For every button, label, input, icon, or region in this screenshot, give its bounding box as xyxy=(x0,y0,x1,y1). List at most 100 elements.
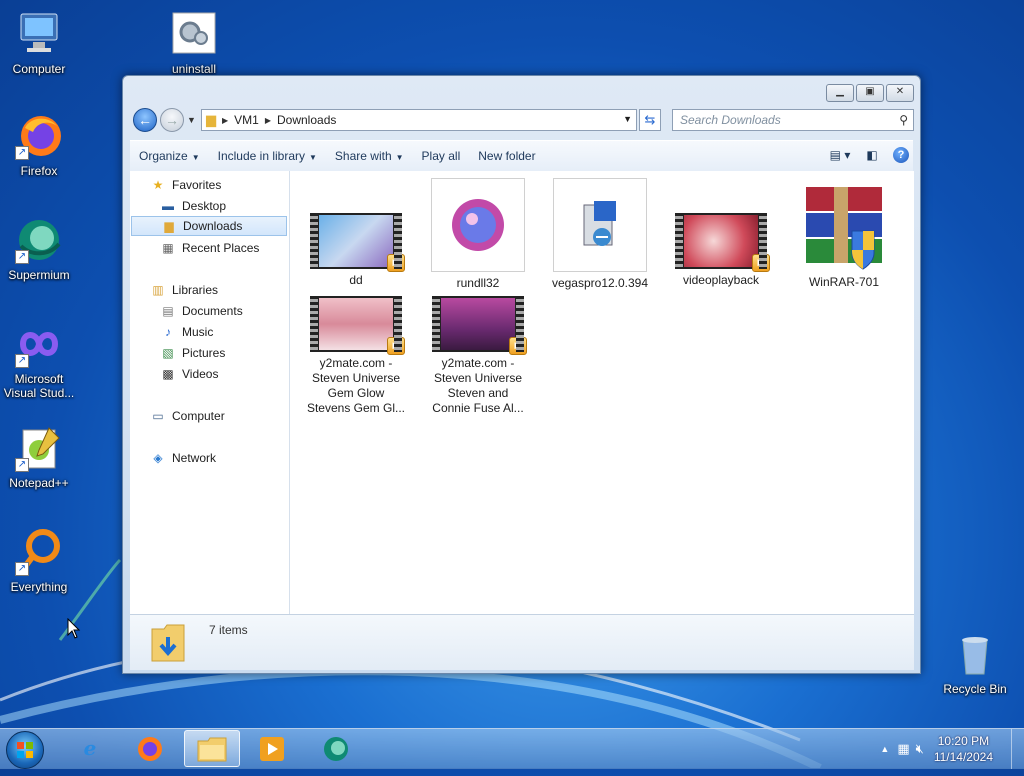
file-name-line: Steven Universe xyxy=(433,371,523,385)
include-in-library-button[interactable]: Include in library ▼ xyxy=(209,149,326,163)
desktop-icon-supermium[interactable]: ↗ Supermium xyxy=(1,216,77,282)
video-thumbnail: ▶ xyxy=(675,213,770,272)
show-desktop-button[interactable] xyxy=(1011,729,1024,769)
share-with-button[interactable]: Share with ▼ xyxy=(326,149,413,163)
media-player-icon xyxy=(260,737,284,761)
file-item-gem-glow[interactable]: ▶ y2mate.com - Steven Universe Gem Glow … xyxy=(301,296,411,416)
recycle-bin-icon xyxy=(951,630,999,678)
file-item-dd[interactable]: ▶ dd xyxy=(301,213,411,288)
nav-network[interactable]: ◈ Network xyxy=(150,448,216,468)
address-row: ← → ▼ ▆ ▶ VM1 ▶ Downloads ▼ ⇆ Search Dow… xyxy=(131,106,914,134)
network-icon: ◈ xyxy=(153,451,163,465)
nav-downloads[interactable]: ▆ Downloads xyxy=(131,216,287,236)
play-icon: ▶ xyxy=(387,337,405,355)
file-name: rundll32 xyxy=(456,276,500,290)
file-name: vegaspro12.0.394 xyxy=(551,276,649,290)
search-icon[interactable]: ⚲ xyxy=(899,110,908,130)
folder-icon xyxy=(197,737,227,762)
minimize-button[interactable]: ▁ xyxy=(826,84,854,102)
clock-date: 11/14/2024 xyxy=(933,750,993,764)
history-dropdown-icon[interactable]: ▼ xyxy=(187,115,196,125)
nav-libraries[interactable]: ▥ Libraries xyxy=(150,280,218,300)
notepadpp-icon: ↗ xyxy=(15,424,63,472)
volume-muted-icon[interactable]: 🔇︎ xyxy=(916,741,924,757)
nav-videos[interactable]: ▩ Videos xyxy=(160,364,218,384)
help-icon[interactable]: ? xyxy=(893,147,909,163)
desktop-icon-label: Recycle Bin xyxy=(943,682,1007,696)
breadcrumb-root[interactable]: VM1 xyxy=(234,113,259,127)
file-name: videoplayback xyxy=(682,273,760,287)
nav-music[interactable]: ♪ Music xyxy=(160,322,213,342)
item-count: 7 items xyxy=(209,623,248,637)
navigation-pane: ★ Favorites ▬ Desktop ▆ Downloads ▦ Recent P… xyxy=(130,171,290,614)
file-name-line: y2mate.com - xyxy=(441,356,515,370)
supermium-icon: ↗ xyxy=(15,216,63,264)
desktop-icon-everything[interactable]: ↗ Everything xyxy=(1,528,77,594)
file-name: WinRAR-701 xyxy=(808,275,880,289)
visual-studio-icon: ↗ xyxy=(15,320,63,368)
forward-button[interactable]: → xyxy=(160,108,184,132)
video-thumbnail: ▶ xyxy=(310,213,405,272)
computer-icon xyxy=(15,10,63,58)
maximize-button[interactable]: ▣ xyxy=(856,84,884,102)
address-dropdown-icon[interactable]: ▼ xyxy=(623,114,632,124)
back-button[interactable]: ← xyxy=(133,108,157,132)
file-item-vegaspro[interactable]: vegaspro12.0.394 xyxy=(545,178,655,291)
show-hidden-icons-icon[interactable]: ▲ xyxy=(880,744,889,754)
desktop-icon-notepadpp[interactable]: ↗ Notepad++ xyxy=(1,424,77,490)
address-bar[interactable]: ▆ ▶ VM1 ▶ Downloads ▼ xyxy=(201,109,637,131)
file-item-winrar[interactable]: WinRAR-701 xyxy=(789,183,899,290)
chevron-right-icon[interactable]: ▶ xyxy=(265,116,271,125)
music-icon: ♪ xyxy=(165,325,171,339)
refresh-button[interactable]: ⇆ xyxy=(639,109,661,131)
recent-places-icon: ▦ xyxy=(162,241,174,255)
network-tray-icon[interactable]: ▦ xyxy=(897,741,909,757)
desktop-icon-label: Computer xyxy=(12,62,66,76)
new-folder-button[interactable]: New folder xyxy=(469,149,544,163)
close-button[interactable]: ✕ xyxy=(886,84,914,102)
file-name: dd xyxy=(349,273,363,287)
desktop-icon-visual-studio[interactable]: ↗ Microsoft Visual Stud... xyxy=(1,320,77,400)
file-item-rundll32[interactable]: rundll32 xyxy=(423,178,533,291)
status-bar: 7 items xyxy=(130,614,914,670)
clock[interactable]: 10:20 PM 11/14/2024 xyxy=(934,733,993,765)
preview-pane-icon[interactable]: ◧ xyxy=(861,145,883,165)
play-all-button[interactable]: Play all xyxy=(413,149,470,163)
desktop-icon: ▬ xyxy=(162,199,174,213)
image-thumbnail xyxy=(431,178,525,272)
desktop-icon-uninstall[interactable]: uninstall xyxy=(156,10,232,76)
desktop-icon-recycle-bin[interactable]: Recycle Bin xyxy=(937,630,1013,696)
nav-documents[interactable]: ▤ Documents xyxy=(160,301,242,321)
file-item-videoplayback[interactable]: ▶ videoplayback xyxy=(666,213,776,288)
taskbar-media-player[interactable] xyxy=(244,730,300,767)
nav-desktop[interactable]: ▬ Desktop xyxy=(160,196,226,216)
search-input[interactable]: Search Downloads ⚲ xyxy=(672,109,914,131)
large-folder-icon xyxy=(150,621,186,663)
start-button[interactable] xyxy=(6,731,44,769)
desktop-icon-label: uninstall xyxy=(171,62,217,76)
taskbar-firefox[interactable] xyxy=(122,730,178,767)
nav-favorites[interactable]: ★ Favorites xyxy=(150,175,222,195)
nav-computer[interactable]: ▭ Computer xyxy=(150,406,224,426)
videos-icon: ▩ xyxy=(162,367,174,381)
organize-button[interactable]: Organize ▼ xyxy=(130,149,209,163)
desktop-icon-computer[interactable]: Computer xyxy=(1,10,77,76)
mouse-cursor xyxy=(67,618,81,639)
taskbar-internet-explorer[interactable]: e xyxy=(62,730,118,767)
play-icon: ▶ xyxy=(752,254,770,272)
breadcrumb-current[interactable]: Downloads xyxy=(277,113,336,127)
computer-icon: ▭ xyxy=(152,409,164,423)
taskbar-supermium[interactable] xyxy=(308,730,364,767)
everything-icon: ↗ xyxy=(15,528,63,576)
file-item-connie-fuse[interactable]: ▶ y2mate.com - Steven Universe Steven an… xyxy=(423,296,533,416)
installer-thumbnail xyxy=(553,178,647,272)
nav-recent-places[interactable]: ▦ Recent Places xyxy=(160,238,259,258)
chevron-right-icon[interactable]: ▶ xyxy=(222,116,228,125)
change-view-icon[interactable]: ▤ ▾ xyxy=(829,145,851,165)
nav-pictures[interactable]: ▧ Pictures xyxy=(160,343,225,363)
system-tray: ▲ ▦ 🔇︎ 10:20 PM 11/14/2024 xyxy=(880,729,1024,769)
taskbar-explorer[interactable] xyxy=(184,730,240,767)
folder-icon: ▆ xyxy=(206,112,216,127)
play-icon: ▶ xyxy=(387,254,405,272)
desktop-icon-firefox[interactable]: ↗ Firefox xyxy=(1,112,77,178)
